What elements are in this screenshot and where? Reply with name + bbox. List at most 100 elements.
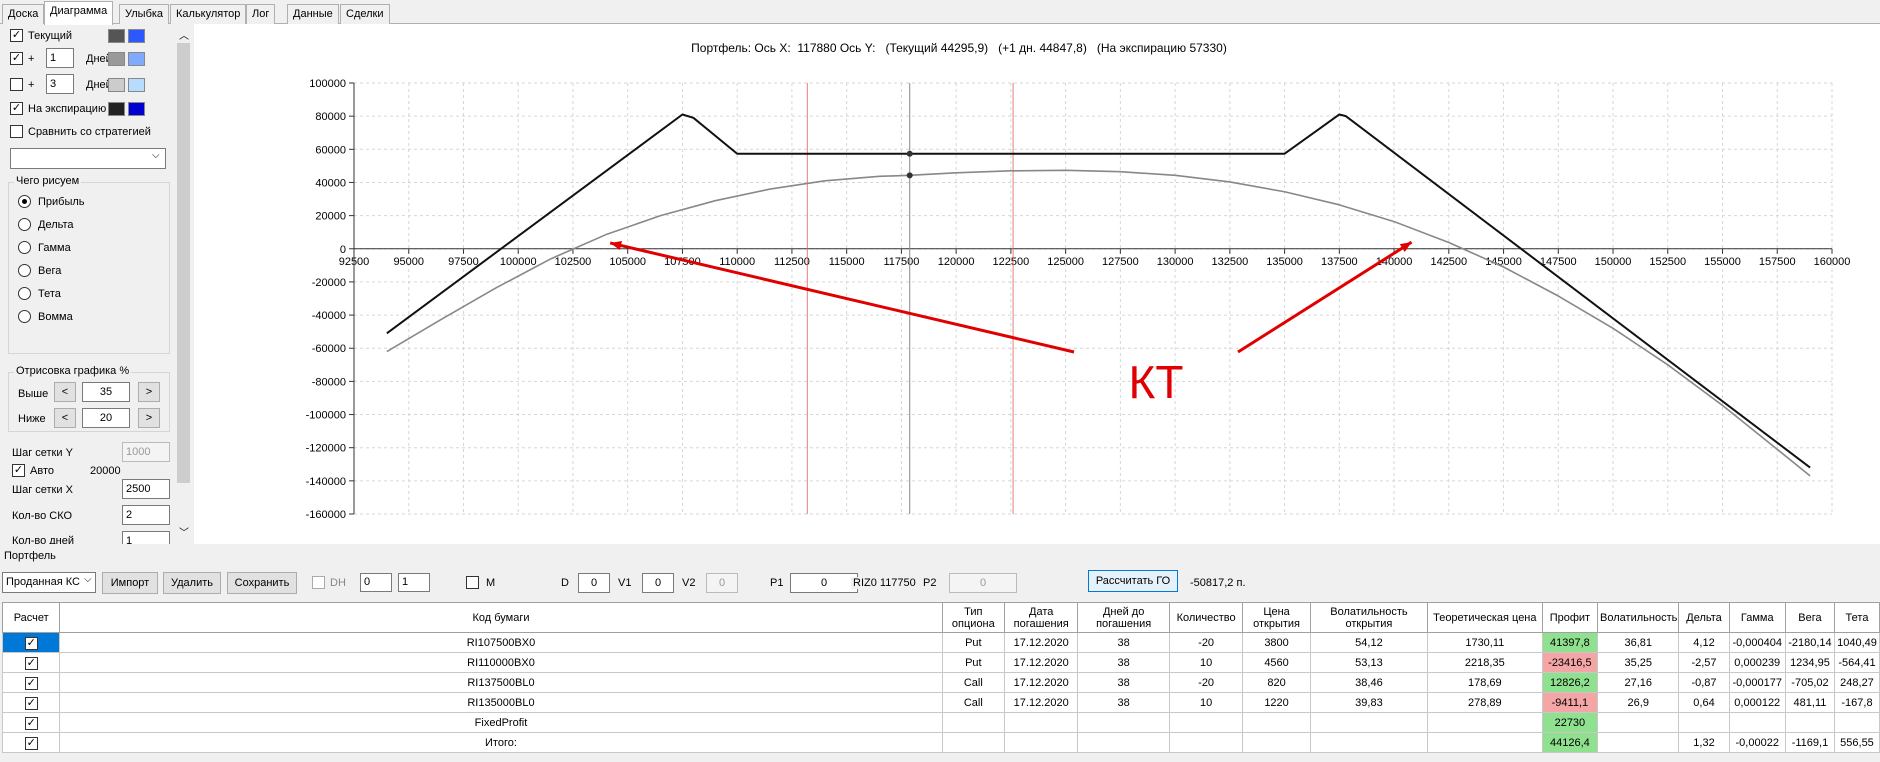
tab-diagramma[interactable]: Диаграмма xyxy=(44,1,114,25)
column-header[interactable]: Расчет xyxy=(1,602,61,633)
current-color2[interactable] xyxy=(128,29,145,43)
column-header[interactable]: Количество xyxy=(1169,602,1244,633)
column-header[interactable]: Дней до погашения xyxy=(1077,602,1171,633)
dh-checkbox[interactable] xyxy=(312,576,325,589)
raschet-cell[interactable]: ✓ xyxy=(1,712,61,733)
table-row[interactable]: ✓ RI135000BL0 Call 17.12.2020 38 10 1220 39,83 2… xyxy=(1,692,1880,713)
current-point-marker xyxy=(906,150,913,157)
raschet-cell[interactable]: ✓ xyxy=(1,732,61,753)
raschet-cell[interactable]: ✓ xyxy=(1,672,61,693)
nizhe-increase-button[interactable]: > xyxy=(138,408,160,428)
column-header[interactable]: Волатильность xyxy=(1597,602,1680,633)
plus1-color2[interactable] xyxy=(128,52,145,66)
radio-teta-label: Тета xyxy=(38,288,61,300)
raschet-checkbox[interactable]: ✓ xyxy=(24,637,38,650)
scrollbar-thumb[interactable] xyxy=(177,43,190,483)
vyshe-input[interactable]: 35 xyxy=(82,382,130,402)
raschet-checkbox[interactable]: ✓ xyxy=(24,737,38,750)
tab-kalkulyator[interactable]: Калькулятор xyxy=(170,4,247,24)
p2-input[interactable]: 0 xyxy=(949,573,1017,593)
current-checkbox[interactable]: ✓ xyxy=(10,29,23,42)
tab-ulybka[interactable]: Улыбка xyxy=(119,4,170,24)
grid-x-input[interactable]: 2500 xyxy=(122,479,170,499)
dh-stepper-2[interactable]: 1 xyxy=(398,573,430,592)
auto-label: Авто xyxy=(30,465,54,477)
raschet-checkbox[interactable]: ✓ xyxy=(24,717,38,730)
table-cell: 38 xyxy=(1077,652,1171,673)
delete-button[interactable]: Удалить xyxy=(163,572,221,594)
raschet-checkbox[interactable]: ✓ xyxy=(24,657,38,670)
radio-delta[interactable] xyxy=(18,218,31,231)
tab-sdelki[interactable]: Сделки xyxy=(340,4,390,24)
p1-input[interactable]: 0 xyxy=(790,573,858,593)
table-cell xyxy=(1169,712,1244,733)
v2-input[interactable]: 0 xyxy=(706,573,738,593)
chevron-down-icon[interactable]: ⌵ xyxy=(84,574,92,585)
radio-gamma[interactable] xyxy=(18,241,31,254)
column-header[interactable]: Профит xyxy=(1541,602,1599,633)
radio-teta[interactable] xyxy=(18,287,31,300)
plus2-checkbox[interactable] xyxy=(10,78,23,91)
calculate-go-button[interactable]: Рассчитать ГО xyxy=(1088,570,1178,592)
table-row[interactable]: ✓ RI110000BX0 Put 17.12.2020 38 10 4560 53,13 22… xyxy=(1,652,1880,673)
go-value: -50817,2 п. xyxy=(1190,577,1246,589)
table-row[interactable]: ✓ FixedProfit 22730 xyxy=(1,712,1880,733)
save-button[interactable]: Сохранить xyxy=(227,572,297,594)
sko-input[interactable]: 2 xyxy=(122,505,170,525)
radio-vomma[interactable] xyxy=(18,310,31,323)
strategy-combobox[interactable] xyxy=(10,148,166,169)
vyshe-decrease-button[interactable]: < xyxy=(54,382,76,402)
column-header[interactable]: Цена открытия xyxy=(1242,602,1311,633)
plus2-color2[interactable] xyxy=(128,78,145,92)
plus2-days-input[interactable]: 3 xyxy=(46,74,74,94)
table-row[interactable]: ✓ RI137500BL0 Call 17.12.2020 38 -20 820 38,46 1… xyxy=(1,672,1880,693)
nizhe-input[interactable]: 20 xyxy=(82,408,130,428)
compare-checkbox[interactable] xyxy=(10,125,23,138)
expiry-color1[interactable] xyxy=(108,102,125,116)
strategy-select[interactable]: Проданная КС xyxy=(2,572,96,593)
raschet-checkbox[interactable]: ✓ xyxy=(24,697,38,710)
plus2-color1[interactable] xyxy=(108,78,125,92)
chevron-down-icon[interactable]: ⌵ xyxy=(152,150,160,161)
raschet-cell[interactable]: ✓ xyxy=(1,632,61,653)
column-header[interactable]: Теоретическая цена xyxy=(1426,602,1543,633)
radio-pribyl[interactable] xyxy=(18,195,31,208)
kol-dney-input[interactable]: 1 xyxy=(122,531,170,544)
profit-chart[interactable]: 92500 95000 97500 100000 102500 105000 107500 1… xyxy=(194,24,1880,544)
column-header[interactable]: Дельта xyxy=(1678,602,1730,633)
scroll-up-icon[interactable]: ︿ xyxy=(179,27,189,42)
raschet-checkbox[interactable]: ✓ xyxy=(24,677,38,690)
tab-dannye[interactable]: Данные xyxy=(287,4,339,24)
nizhe-decrease-button[interactable]: < xyxy=(54,408,76,428)
column-header[interactable]: Вега xyxy=(1784,602,1835,633)
m-checkbox[interactable] xyxy=(466,576,479,589)
plus1-color1[interactable] xyxy=(108,52,125,66)
d-input[interactable]: 0 xyxy=(578,573,610,593)
column-header[interactable]: Тета xyxy=(1833,602,1880,633)
plus1-days-input[interactable]: 1 xyxy=(46,48,74,68)
expiry-color2[interactable] xyxy=(128,102,145,116)
raschet-cell[interactable]: ✓ xyxy=(1,692,61,713)
table-cell: 1220 xyxy=(1242,692,1311,713)
column-header[interactable]: Гамма xyxy=(1728,602,1786,633)
vyshe-increase-button[interactable]: > xyxy=(138,382,160,402)
expiry-checkbox[interactable]: ✓ xyxy=(10,102,23,115)
auto-checkbox[interactable]: ✓ xyxy=(12,464,25,477)
import-button[interactable]: Импорт xyxy=(102,572,158,594)
table-row[interactable]: ✓ Итого: 44126,4 1,32 -0,00022 -1169,1 556,55 xyxy=(1,732,1880,753)
column-header[interactable]: Тип опциона xyxy=(941,602,1006,633)
v1-input[interactable]: 0 xyxy=(642,573,674,593)
table-row[interactable]: ✓ RI107500BX0 Put 17.12.2020 38 -20 3800 54,12 1… xyxy=(1,632,1880,653)
current-color1[interactable] xyxy=(108,29,125,43)
plus1-checkbox[interactable]: ✓ xyxy=(10,52,23,65)
grid-y-input[interactable]: 1000 xyxy=(122,442,170,462)
dh-stepper-1[interactable]: 0 xyxy=(360,573,392,592)
scroll-down-icon[interactable]: ﹀ xyxy=(179,524,189,539)
raschet-cell[interactable]: ✓ xyxy=(1,652,61,673)
column-header[interactable]: Дата погашения xyxy=(1004,602,1079,633)
tab-doska[interactable]: Доска xyxy=(2,4,45,24)
tab-log[interactable]: Лог xyxy=(246,4,276,24)
column-header[interactable]: Код бумаги xyxy=(59,602,943,633)
radio-vega[interactable] xyxy=(18,264,31,277)
column-header[interactable]: Волатильность открытия xyxy=(1309,602,1428,633)
